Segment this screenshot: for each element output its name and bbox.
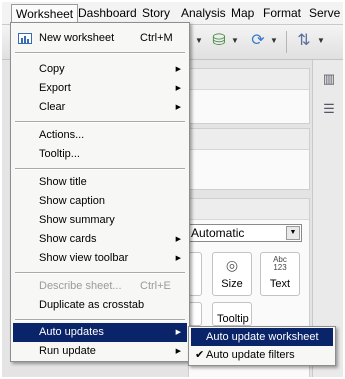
auto-update-filters-label: Auto update filters [206,349,295,361]
columns-icon[interactable]: ▥ [321,72,337,86]
menu-divider [15,168,185,170]
chevron-right-icon: ▶ [175,85,181,92]
menu-server[interactable]: Serve [305,5,343,22]
size-button[interactable]: ◎ Size [212,252,252,296]
checkmark-icon: ✔ [195,349,205,361]
submenu-item-auto-update-worksheet[interactable]: Auto update worksheet [191,328,333,346]
menu-format[interactable]: Format [259,5,305,22]
describe-sheet-label: Describe sheet... [39,280,122,292]
detail-button[interactable] [188,302,202,326]
menu-item-auto-updates[interactable]: Auto updates ▶ [13,323,187,342]
show-cards-label: Show cards [39,233,97,245]
menu-item-show-view-toolbar[interactable]: Show view toolbar ▶ [13,249,187,268]
pages-card [188,68,310,124]
tooltip-menu-label: Tooltip... [39,148,80,160]
chevron-down-icon[interactable]: ▼ [195,36,203,45]
show-caption-label: Show caption [39,195,106,207]
menu-divider [15,272,185,274]
new-worksheet-label: New worksheet [39,32,115,44]
card-header [189,69,309,90]
show-title-label: Show title [39,176,87,188]
run-update-label: Run update [39,345,96,357]
filters-card [188,128,310,190]
menu-item-clear[interactable]: Clear ▶ [13,98,187,117]
menu-item-new-worksheet[interactable]: New worksheet Ctrl+M [13,29,187,48]
data-source-icon[interactable]: ⛁ [209,31,229,51]
menu-item-show-summary[interactable]: Show summary [13,211,187,230]
submenu-item-auto-update-filters[interactable]: ✔ Auto update filters [191,346,333,364]
clear-label: Clear [39,101,66,113]
show-view-toolbar-label: Show view toolbar [39,252,129,264]
color-button[interactable] [188,252,202,296]
menu-divider [15,319,185,321]
card-header [189,129,309,150]
menu-item-run-update[interactable]: Run update ▶ [13,342,187,361]
chevron-right-icon: ▶ [175,236,181,243]
chevron-down-icon[interactable]: ▼ [231,36,239,45]
menu-item-duplicate-as-crosstab[interactable]: Duplicate as crosstab [13,296,187,315]
show-summary-label: Show summary [39,214,115,226]
menu-map[interactable]: Map [227,5,258,22]
chevron-down-icon[interactable]: ▼ [317,36,325,45]
menu-worksheet[interactable]: Worksheet [11,4,79,24]
auto-updates-label: Auto updates [39,326,104,338]
text-icon: Abc 123 [261,256,299,272]
chevron-right-icon: ▶ [175,255,181,262]
duplicate-as-crosstab-label: Duplicate as crosstab [39,299,145,311]
menu-item-describe-sheet: Describe sheet... Ctrl+E [13,277,187,296]
menu-story[interactable]: Story [138,5,174,22]
chevron-right-icon: ▶ [175,329,181,336]
menu-dashboard[interactable]: Dashboard [74,5,141,22]
mark-type-select[interactable]: Automatic ▼ [188,224,302,242]
chevron-down-icon[interactable]: ▼ [286,226,300,240]
text-label: Text [269,278,291,290]
actions-label: Actions... [39,129,85,141]
describe-sheet-shortcut: Ctrl+E [140,280,171,292]
size-icon: ◎ [225,257,239,273]
menu-item-copy[interactable]: Copy ▶ [13,60,187,79]
auto-update-worksheet-label: Auto update worksheet [206,331,319,343]
export-label: Export [39,82,71,94]
menu-item-export[interactable]: Export ▶ [13,79,187,98]
chevron-right-icon: ▶ [175,104,181,111]
copy-label: Copy [39,63,65,75]
menu-item-actions[interactable]: Actions... [13,126,187,145]
menu-divider [15,52,185,54]
chevron-down-icon[interactable]: ▼ [270,36,278,45]
chevron-right-icon: ▶ [175,66,181,73]
worksheet-menu: New worksheet Ctrl+M Copy ▶ Export ▶ Cle… [10,22,190,362]
new-worksheet-shortcut: Ctrl+M [140,32,173,44]
menu-item-show-title[interactable]: Show title [13,173,187,192]
tooltip-label: Tooltip [217,313,249,325]
text-icon-123: 123 [273,263,287,272]
mark-type-value: Automatic [191,226,245,240]
rows-icon[interactable]: ☰ [321,102,337,116]
app-window: Worksheet Dashboard Story Analysis Map F… [2,2,343,377]
menu-item-show-cards[interactable]: Show cards ▶ [13,230,187,249]
menu-analysis[interactable]: Analysis [177,5,230,22]
menu-item-show-caption[interactable]: Show caption [13,192,187,211]
tooltip-button[interactable]: Tooltip [212,302,252,326]
swap-icon[interactable]: ⇅ [294,31,314,51]
auto-updates-submenu: Auto update worksheet ✔ Auto update filt… [188,326,336,366]
card-header [189,199,309,220]
refresh-icon[interactable]: ⟳ [248,31,268,51]
toolbar-divider [286,31,287,53]
size-label: Size [221,278,243,290]
menu-item-tooltip[interactable]: Tooltip... [13,145,187,164]
chevron-right-icon: ▶ [175,348,181,355]
menu-divider [15,121,185,123]
new-worksheet-icon [18,33,32,44]
text-button[interactable]: Abc 123 Text [260,252,300,296]
